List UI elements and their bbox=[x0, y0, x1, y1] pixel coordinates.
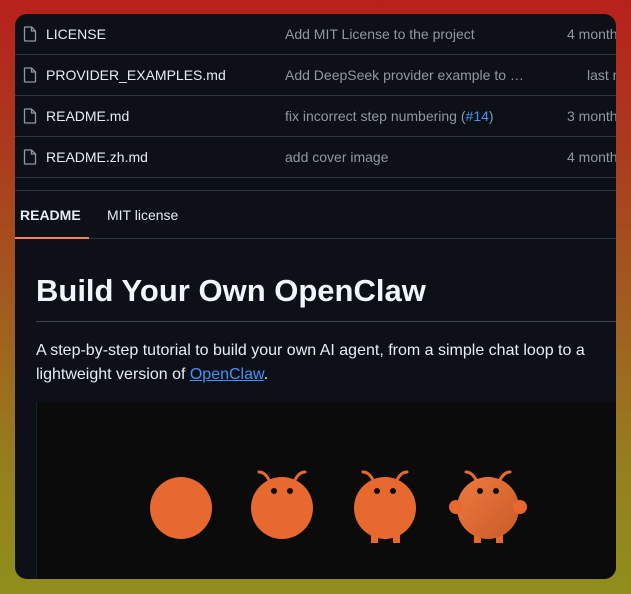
cover-image bbox=[36, 402, 616, 579]
stage-creature-legs bbox=[354, 470, 416, 543]
commit-message-suffix: ) bbox=[488, 108, 494, 124]
file-name-link[interactable]: LICENSE bbox=[46, 26, 106, 42]
stage-creature-claws bbox=[449, 470, 527, 543]
tab-mit-license[interactable]: MIT license bbox=[107, 207, 178, 223]
file-icon bbox=[23, 149, 37, 165]
file-row-readme-zh[interactable]: README.zh.md add cover image 4 months ag… bbox=[15, 137, 616, 178]
readme-title: Build Your Own OpenClaw bbox=[36, 273, 426, 308]
stage-creature-antennae bbox=[251, 470, 313, 539]
commit-message-text: Add DeepSeek provider example to … bbox=[285, 67, 524, 83]
commit-message-link[interactable]: add cover image bbox=[285, 149, 530, 165]
intro-text: A step-by-step tutorial to build your ow… bbox=[36, 342, 585, 383]
commit-message-link[interactable]: Add DeepSeek provider example to … bbox=[285, 67, 530, 83]
commit-date: 4 months ago bbox=[567, 149, 616, 165]
commit-date: 4 months ago bbox=[567, 26, 616, 42]
stage-circle bbox=[150, 477, 212, 539]
commit-message-link[interactable]: fix incorrect step numbering (#14) bbox=[285, 108, 530, 124]
file-name-link[interactable]: README.zh.md bbox=[46, 149, 148, 165]
file-row-readme[interactable]: README.md fix incorrect step numbering (… bbox=[15, 96, 616, 137]
commit-message-text: Add MIT License to the project bbox=[285, 26, 475, 42]
file-name-link[interactable]: PROVIDER_EXAMPLES.md bbox=[46, 67, 226, 83]
readme-tabs: README MIT license bbox=[15, 190, 616, 239]
file-list: LICENSE Add MIT License to the project 4… bbox=[15, 14, 616, 178]
cover-illustration bbox=[150, 470, 527, 543]
commit-date: 3 months ago bbox=[567, 108, 616, 124]
commit-date: last month bbox=[587, 67, 616, 83]
repo-window: LICENSE Add MIT License to the project 4… bbox=[15, 14, 616, 579]
file-row-provider-examples[interactable]: PROVIDER_EXAMPLES.md Add DeepSeek provid… bbox=[15, 55, 616, 96]
commit-message-link[interactable]: Add MIT License to the project bbox=[285, 26, 530, 42]
title-divider bbox=[36, 321, 616, 322]
commit-message-text: add cover image bbox=[285, 149, 389, 165]
file-icon bbox=[23, 67, 37, 83]
active-tab-indicator bbox=[15, 237, 89, 239]
commit-message-text: fix incorrect step numbering ( bbox=[285, 108, 466, 124]
file-icon bbox=[23, 108, 37, 124]
issue-link[interactable]: #14 bbox=[466, 108, 489, 124]
file-name-link[interactable]: README.md bbox=[46, 108, 129, 124]
file-icon bbox=[23, 26, 37, 42]
readme-intro: A step-by-step tutorial to build your ow… bbox=[36, 339, 606, 387]
intro-text-end: . bbox=[263, 366, 269, 383]
tab-readme[interactable]: README bbox=[20, 207, 81, 223]
openclaw-link[interactable]: OpenClaw bbox=[190, 366, 264, 383]
file-row-license[interactable]: LICENSE Add MIT License to the project 4… bbox=[15, 14, 616, 55]
